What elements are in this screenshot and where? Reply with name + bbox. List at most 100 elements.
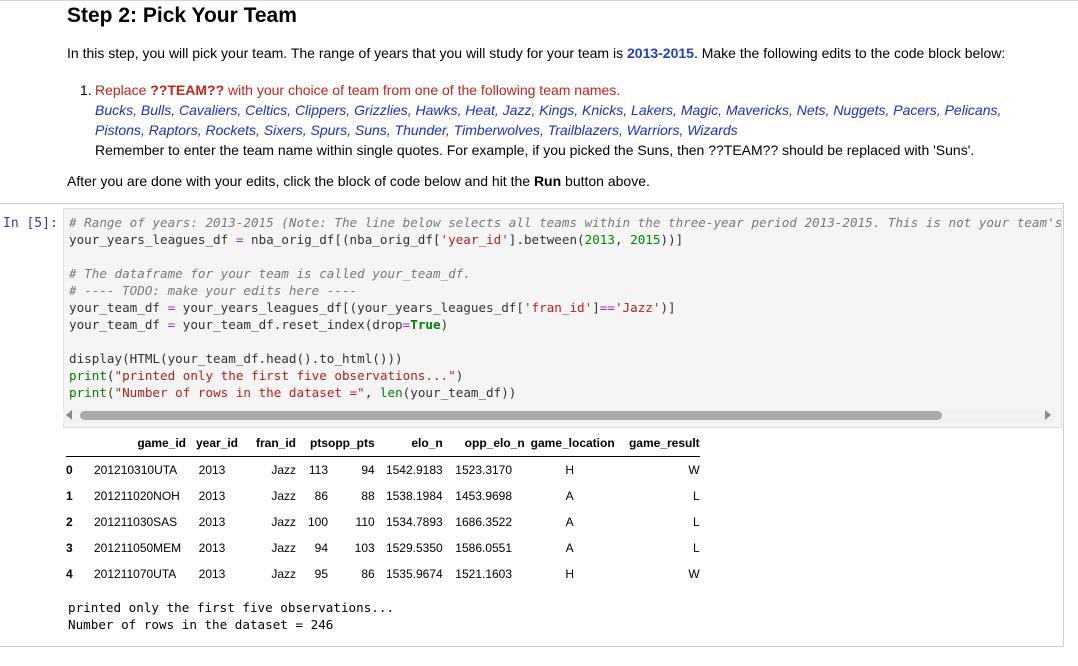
code-string: "Number of rows in the dataset =" xyxy=(114,385,365,400)
code-operator: == xyxy=(599,300,615,315)
scroll-right-arrow-icon[interactable] xyxy=(1045,410,1051,420)
table-cell: 1529.5350 xyxy=(385,541,443,555)
table-cell: 2013 xyxy=(198,567,226,581)
table-cell: 201210310UTA xyxy=(94,463,178,477)
table-cell: Jazz xyxy=(271,567,296,581)
code-token: , xyxy=(364,385,380,400)
code-token: your_team_df xyxy=(69,300,168,315)
table-cell: 113 xyxy=(308,463,328,477)
table-cell: 2013 xyxy=(198,541,226,555)
row-index: 0 xyxy=(66,463,73,477)
column-header: opp_pts xyxy=(328,430,375,457)
output-line: printed only the first five observations… xyxy=(68,600,395,615)
table-cell: 201211070UTA xyxy=(94,567,177,581)
table-row: 4 201211070UTA 2013 Jazz 95 86 1535.9674 1521.1… xyxy=(66,561,700,587)
intro-paragraph: In this step, you will pick your team. T… xyxy=(67,44,1005,62)
execution-prompt: In [5]: xyxy=(3,216,58,231)
table-cell: 201211050MEM xyxy=(94,541,182,555)
code-token: ( xyxy=(106,385,115,400)
code-number: 2015 xyxy=(630,232,661,247)
table-cell: 1542.9183 xyxy=(385,463,443,477)
row-index: 3 xyxy=(66,541,73,555)
instruction-number: 1. xyxy=(80,82,92,98)
code-comment: # Range of years: 2013-2015 (Note: The l… xyxy=(69,215,1062,230)
table-cell: 201211020NOH xyxy=(94,489,180,503)
code-token: your_years_leagues_df[(your_years_league… xyxy=(175,300,524,315)
code-text[interactable]: # Range of years: 2013-2015 (Note: The l… xyxy=(69,214,1062,401)
table-cell: 94 xyxy=(361,463,375,477)
table-cell: 86 xyxy=(314,489,328,503)
table-cell: 1538.1984 xyxy=(385,489,443,503)
code-token: (your_team_df)) xyxy=(402,385,517,400)
table-cell: 1534.7893 xyxy=(385,515,443,529)
output-line: Number of rows in the dataset = 246 xyxy=(68,617,334,632)
code-token: ))] xyxy=(660,232,684,247)
table-cell: L xyxy=(692,489,700,503)
table-cell: H xyxy=(565,463,574,477)
year-range: 2013-2015 xyxy=(627,45,694,61)
reminder-text: Remember to enter the team name within s… xyxy=(95,142,975,158)
code-string: 'year_id' xyxy=(440,232,509,247)
table-cell: 103 xyxy=(354,541,375,555)
table-cell: 1686.3522 xyxy=(455,515,513,529)
table-cell: 94 xyxy=(314,541,328,555)
table-cell: Jazz xyxy=(271,541,296,555)
intro-text-end: . Make the following edits to the code b… xyxy=(693,45,1006,61)
code-token: display(HTML(your_team_df.head().to_html… xyxy=(69,351,403,366)
run-button-reference: Run xyxy=(533,173,562,189)
code-token: your_team_df.reset_index(drop xyxy=(175,317,403,332)
code-builtin: print xyxy=(69,368,107,383)
column-header: game_result xyxy=(614,430,700,457)
code-string: "printed only the first five observation… xyxy=(114,368,456,383)
scrollbar-thumb[interactable] xyxy=(80,411,942,420)
column-header: opp_elo_n xyxy=(442,430,525,457)
table-cell: Jazz xyxy=(271,515,296,529)
code-comment: # The dataframe for your team is called … xyxy=(69,266,471,281)
after-text-end: button above. xyxy=(561,173,650,189)
code-token: ) xyxy=(455,368,464,383)
code-token: , xyxy=(614,232,631,247)
team-list-text: Pistons, Raptors, Rockets, Sixers, Spurs… xyxy=(95,122,738,138)
code-token: your_team_df xyxy=(69,317,168,332)
code-token: ] xyxy=(592,300,600,315)
column-header: pts xyxy=(296,430,328,457)
code-string: 'fran_id' xyxy=(523,300,593,315)
after-edit-paragraph: After you are done with your edits, clic… xyxy=(67,172,650,190)
table-cell: 2013 xyxy=(198,489,226,503)
table-cell: 1453.9698 xyxy=(455,489,513,503)
table-cell: A xyxy=(565,541,574,555)
code-comment-todo: # ---- TODO: make your edits here ---- xyxy=(69,283,358,298)
table-cell: A xyxy=(565,489,574,503)
instruction-item: 1. Replace ??TEAM?? with your choice of … xyxy=(80,80,1040,100)
team-list-text: Bucks, Bulls, Cavaliers, Celtics, Clippe… xyxy=(95,102,1002,118)
table-cell: 2013 xyxy=(198,463,226,477)
table-cell: A xyxy=(565,515,574,529)
reminder-line: Remember to enter the team name within s… xyxy=(80,140,1040,160)
table-cell: W xyxy=(688,463,700,477)
code-token: ) xyxy=(440,317,449,332)
table-cell: 1586.0551 xyxy=(455,541,513,555)
code-editor[interactable]: # Range of years: 2013-2015 (Note: The l… xyxy=(63,208,1062,428)
row-index: 1 xyxy=(66,489,73,503)
table-cell: 2013 xyxy=(198,515,226,529)
column-header: year_id xyxy=(186,430,238,457)
scroll-left-arrow-icon[interactable] xyxy=(66,410,72,420)
code-token: )] xyxy=(660,300,676,315)
team-placeholder: ??TEAM?? xyxy=(150,82,225,98)
table-row: 1 201211020NOH 2013 Jazz 86 88 1538.1984 1453.9… xyxy=(66,483,700,509)
code-builtin: len xyxy=(379,385,403,400)
replace-text: Replace xyxy=(95,82,151,98)
row-index: 2 xyxy=(66,515,73,529)
code-number: 2013 xyxy=(584,232,615,247)
code-token: nba_orig_df[(nba_orig_df[ xyxy=(243,232,441,247)
table-row: 3 201211050MEM 2013 Jazz 94 103 1529.5350 1586.… xyxy=(66,535,700,561)
cell-output-text: printed only the first five observations… xyxy=(68,599,394,633)
table-cell: 88 xyxy=(361,489,375,503)
table-cell: Jazz xyxy=(271,489,296,503)
table-cell: 110 xyxy=(355,515,375,529)
code-token: your_years_leagues_df xyxy=(69,232,236,247)
replace-rest-text: with your choice of team from one of the… xyxy=(224,82,621,98)
row-index: 4 xyxy=(66,567,73,581)
table-cell: L xyxy=(692,541,700,555)
column-header: fran_id xyxy=(238,430,296,457)
